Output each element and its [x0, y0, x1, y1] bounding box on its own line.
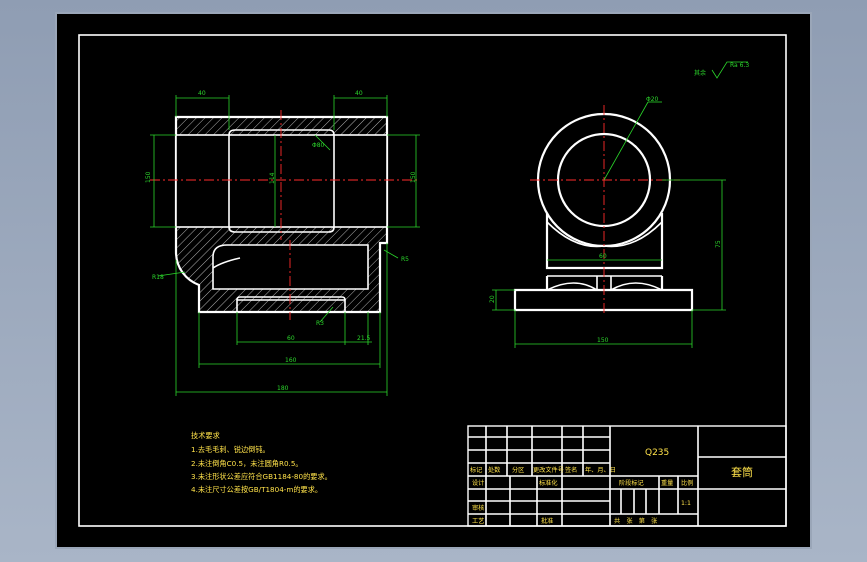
tb-design: 设计 — [472, 479, 484, 487]
tb-date: 年、月、日 — [585, 466, 616, 474]
tb-scale: 比例 — [681, 479, 693, 487]
dim-top-right: 40 — [355, 90, 363, 97]
tb-signature: 签名 — [565, 466, 577, 474]
dim-side-diameter: Φ20 — [646, 96, 659, 103]
front-view: 40 40 150 150 114 Φ80 R18 R5 R3 60 21.5 … — [145, 90, 420, 396]
dim-offset: 21.5 — [357, 335, 371, 342]
tb-approve: 批准 — [541, 517, 553, 525]
note-1: 1.去毛毛刺、锐边倒钝。 — [191, 445, 270, 454]
dim-side-base-width: 150 — [597, 337, 609, 344]
roughness-value: Ra 6.3 — [730, 62, 749, 69]
tb-mark: 标记 — [470, 466, 482, 474]
side-view: Φ20 60 75 20 150 — [489, 96, 726, 348]
tb-check: 审核 — [472, 504, 484, 512]
tb-zone: 分区 — [512, 466, 524, 474]
tb-count: 处数 — [488, 466, 501, 474]
technical-notes: 技术要求 1.去毛毛刺、锐边倒钝。 2.未注倒角C0.5，未注圆角R0.5。 3… — [191, 431, 332, 494]
dim-inner-width: 160 — [285, 357, 297, 364]
dim-side-base-thk: 20 — [489, 295, 496, 303]
dim-top-left: 40 — [198, 90, 206, 97]
dim-bore: Φ80 — [312, 142, 325, 149]
note-2: 2.未注倒角C0.5，未注圆角R0.5。 — [191, 459, 303, 468]
drawing-border — [78, 34, 787, 527]
part-name: 套筒 — [731, 465, 753, 479]
notes-title: 技术要求 — [191, 431, 220, 440]
roughness-symbol: 其余 Ra 6.3 — [694, 61, 749, 79]
tb-standard: 标准化 — [539, 479, 558, 487]
cad-drawing: 40 40 150 150 114 Φ80 R18 R5 R3 60 21.5 … — [78, 34, 787, 527]
note-4: 4.未注尺寸公差按GB/T1804-m的要求。 — [191, 485, 322, 494]
dim-overall-width: 180 — [277, 385, 289, 392]
tb-process: 工艺 — [472, 517, 484, 525]
dim-slot: 60 — [287, 335, 295, 342]
title-block: Q235 套筒 标记 处数 分区 更改文件号 签名 年、月、日 设计 标准化 审… — [467, 425, 787, 527]
dim-left-radius: R18 — [152, 274, 164, 281]
dim-side-neck: 60 — [599, 253, 607, 260]
tb-scale-value: 1:1 — [681, 500, 691, 507]
front-hatch-top — [176, 117, 387, 135]
dim-right-radius: R5 — [401, 256, 409, 263]
dim-groove: R3 — [316, 320, 324, 327]
tb-change-doc: 更改文件号 — [533, 466, 564, 474]
roughness-label: 其余 — [694, 69, 706, 77]
dim-side-height: 75 — [715, 240, 722, 248]
dim-height-right: 150 — [410, 171, 417, 183]
material-label: Q235 — [645, 448, 669, 458]
dim-height-left: 150 — [145, 171, 152, 183]
note-3: 3.未注形状公差应符合GB1184-80的要求。 — [191, 472, 332, 481]
tb-weight: 重量 — [661, 479, 673, 487]
tb-stage: 阶段标记 — [619, 479, 644, 487]
dim-center: 114 — [269, 172, 276, 184]
side-base — [513, 288, 694, 312]
front-slot — [212, 244, 369, 290]
front-bore — [175, 134, 388, 228]
tb-sheets: 共 张 第 张 — [614, 517, 658, 525]
